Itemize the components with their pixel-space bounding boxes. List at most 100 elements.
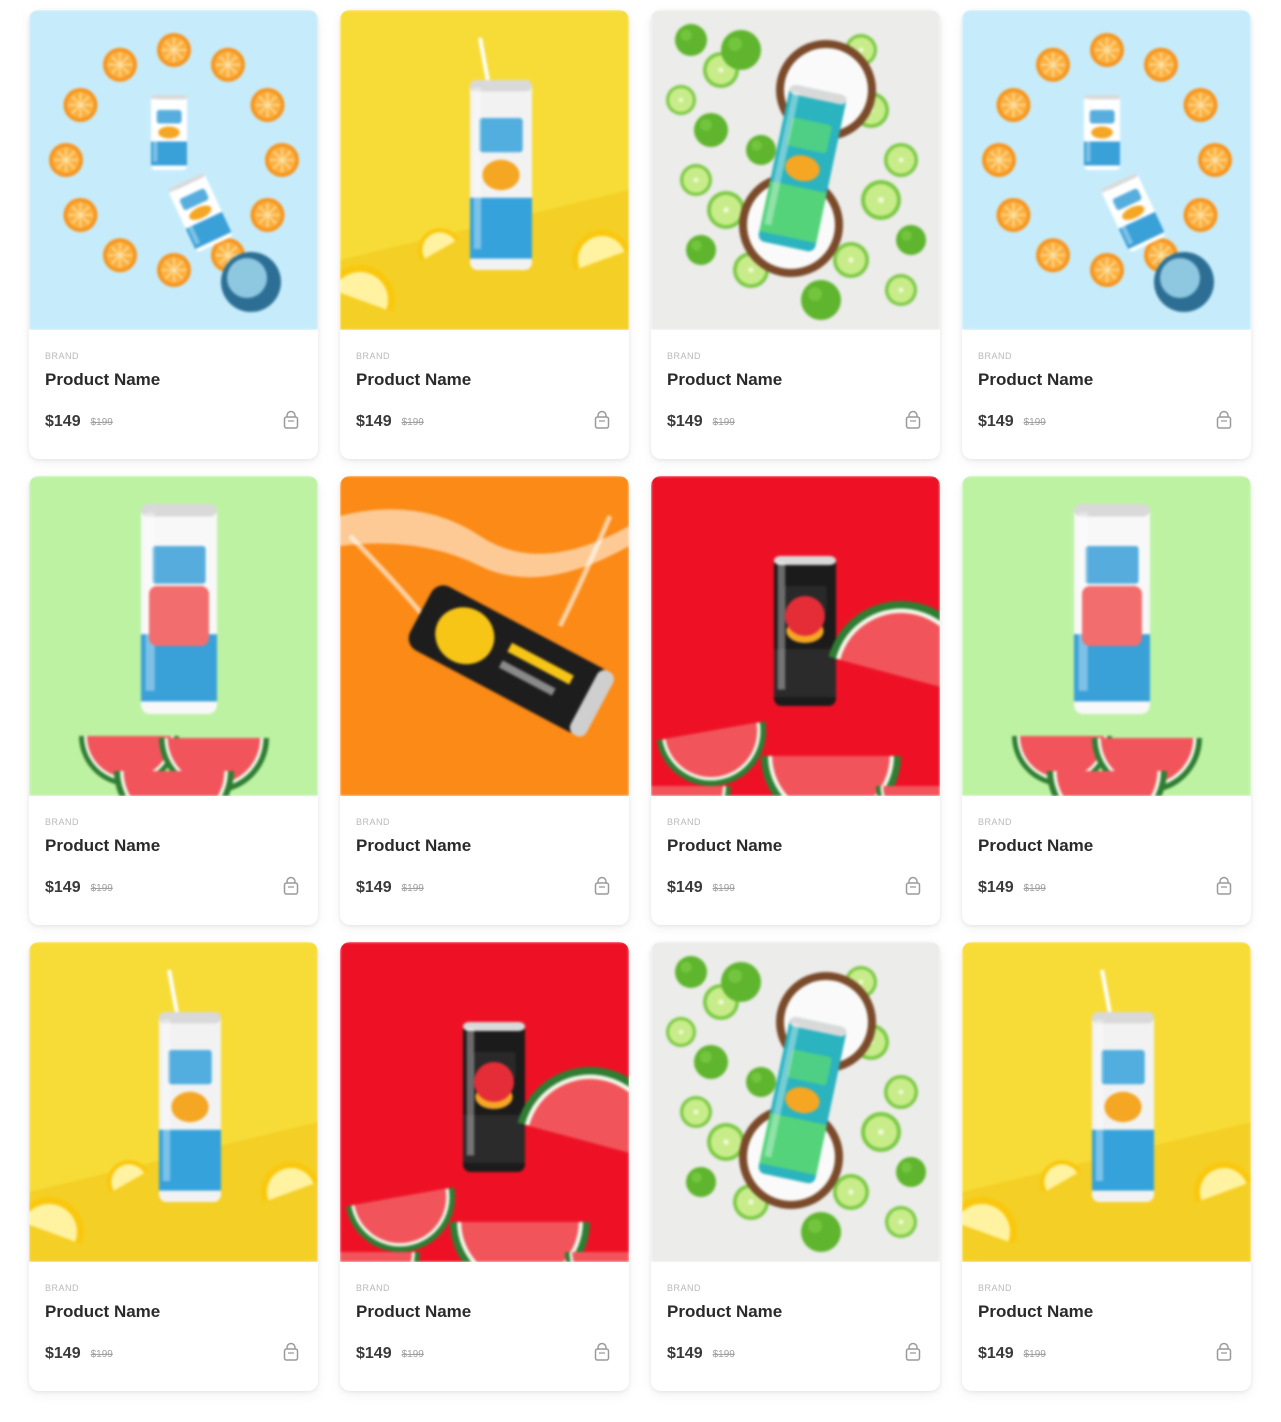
product-card[interactable]: BRAND Product Name $149 $199 (651, 476, 940, 925)
product-info: BRAND Product Name $149 $199 (29, 1262, 318, 1391)
shopping-bag-icon (903, 876, 923, 901)
product-brand: BRAND (978, 1283, 1013, 1293)
product-price: $149 (978, 413, 1014, 430)
product-info: BRAND Product Name $149 $199 (962, 1262, 1251, 1391)
product-price: $149 (45, 413, 81, 430)
product-image[interactable] (962, 10, 1251, 330)
product-brand: BRAND (45, 817, 80, 827)
shopping-bag-icon (1214, 876, 1234, 901)
price-row: $149 $199 (978, 876, 1235, 901)
product-brand: BRAND (667, 817, 702, 827)
product-old-price: $199 (90, 416, 113, 428)
product-name[interactable]: Product Name (978, 1302, 1235, 1322)
product-image[interactable] (29, 10, 318, 330)
product-card[interactable]: BRAND Product Name $149 $199 (340, 942, 629, 1391)
product-old-price: $199 (1023, 882, 1046, 894)
shopping-bag-icon (281, 1342, 301, 1367)
product-info: BRAND Product Name $149 $199 (340, 330, 629, 459)
product-price: $149 (356, 413, 392, 430)
shopping-bag-icon (903, 1342, 923, 1367)
product-old-price: $199 (401, 416, 424, 428)
product-image[interactable] (29, 476, 318, 796)
product-name[interactable]: Product Name (978, 836, 1235, 856)
product-card[interactable]: BRAND Product Name $149 $199 (340, 476, 629, 925)
product-info: BRAND Product Name $149 $199 (651, 330, 940, 459)
add-to-cart-button[interactable] (902, 410, 924, 435)
product-price: $149 (978, 879, 1014, 896)
product-image[interactable] (651, 942, 940, 1262)
price-row: $149 $199 (356, 410, 613, 433)
product-card[interactable]: BRAND Product Name $149 $199 (651, 10, 940, 459)
product-old-price: $199 (401, 882, 424, 894)
price-row: $149 $199 (978, 1342, 1235, 1367)
product-info: BRAND Product Name $149 $199 (29, 330, 318, 459)
shopping-bag-icon (903, 410, 923, 435)
product-card[interactable]: BRAND Product Name $149 $199 (962, 942, 1251, 1391)
add-to-cart-button[interactable] (902, 876, 924, 901)
product-price: $149 (978, 1345, 1014, 1362)
add-to-cart-button[interactable] (280, 876, 302, 899)
product-card[interactable]: BRAND Product Name $149 $199 (962, 10, 1251, 459)
product-image[interactable] (340, 476, 629, 796)
add-to-cart-button[interactable] (1213, 1342, 1235, 1367)
product-image[interactable] (340, 10, 629, 330)
product-name[interactable]: Product Name (667, 370, 924, 390)
product-old-price: $199 (90, 882, 113, 894)
product-name[interactable]: Product Name (356, 370, 613, 390)
product-brand: BRAND (356, 351, 391, 361)
product-name[interactable]: Product Name (356, 1302, 613, 1322)
product-brand: BRAND (667, 1283, 702, 1293)
product-name[interactable]: Product Name (356, 836, 613, 856)
product-brand: BRAND (356, 1283, 391, 1293)
product-info: BRAND Product Name $149 $199 (962, 330, 1251, 459)
product-brand: BRAND (978, 351, 1013, 361)
product-image[interactable] (651, 10, 940, 330)
product-name[interactable]: Product Name (45, 370, 302, 390)
price-row: $149 $199 (978, 410, 1235, 433)
shopping-bag-icon (281, 410, 301, 435)
product-price: $149 (356, 1345, 392, 1362)
product-card[interactable]: BRAND Product Name $149 $199 (29, 10, 318, 459)
shopping-bag-icon (592, 876, 612, 901)
product-old-price: $199 (401, 1348, 424, 1360)
product-card[interactable]: BRAND Product Name $149 $199 (29, 476, 318, 925)
shopping-bag-icon (1214, 1342, 1234, 1367)
price-row: $149 $199 (45, 410, 302, 435)
product-brand: BRAND (978, 817, 1013, 827)
product-price: $149 (45, 1345, 81, 1362)
add-to-cart-button[interactable] (280, 410, 302, 435)
price-row: $149 $199 (667, 876, 924, 901)
product-name[interactable]: Product Name (45, 1302, 302, 1322)
add-to-cart-button[interactable] (902, 1342, 924, 1367)
add-to-cart-button[interactable] (1213, 876, 1235, 901)
price-row: $149 $199 (45, 876, 302, 899)
product-info: BRAND Product Name $149 $199 (340, 1262, 629, 1391)
product-price: $149 (667, 413, 703, 430)
product-name[interactable]: Product Name (978, 370, 1235, 390)
product-price: $149 (45, 879, 81, 896)
product-card[interactable]: BRAND Product Name $149 $199 (962, 476, 1251, 925)
add-to-cart-button[interactable] (591, 876, 613, 901)
product-card[interactable]: BRAND Product Name $149 $199 (340, 10, 629, 459)
add-to-cart-button[interactable] (591, 1342, 613, 1367)
product-old-price: $199 (90, 1348, 113, 1360)
add-to-cart-button[interactable] (280, 1342, 302, 1367)
price-row: $149 $199 (45, 1342, 302, 1367)
add-to-cart-button[interactable] (591, 410, 613, 433)
product-brand: BRAND (45, 1283, 80, 1293)
product-card[interactable]: BRAND Product Name $149 $199 (651, 942, 940, 1391)
product-image[interactable] (962, 942, 1251, 1262)
product-image[interactable] (29, 942, 318, 1262)
product-card[interactable]: BRAND Product Name $149 $199 (29, 942, 318, 1391)
product-name[interactable]: Product Name (667, 836, 924, 856)
product-name[interactable]: Product Name (667, 1302, 924, 1322)
product-price: $149 (667, 879, 703, 896)
product-image[interactable] (651, 476, 940, 796)
add-to-cart-button[interactable] (1213, 410, 1235, 433)
price-row: $149 $199 (356, 876, 613, 901)
price-row: $149 $199 (667, 1342, 924, 1367)
product-image[interactable] (962, 476, 1251, 796)
product-image[interactable] (340, 942, 629, 1262)
product-name[interactable]: Product Name (45, 836, 302, 856)
shopping-bag-icon (592, 1342, 612, 1367)
